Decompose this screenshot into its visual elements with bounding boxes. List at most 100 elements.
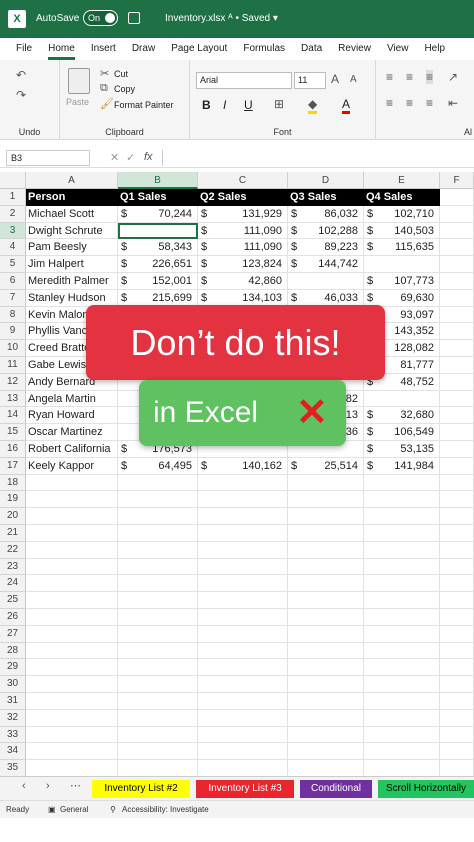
grid-cell[interactable]	[364, 726, 440, 744]
undo-icon[interactable]: ↶	[16, 68, 26, 82]
name-box[interactable]: B3	[6, 150, 90, 166]
grid-cell[interactable]	[440, 558, 474, 576]
select-all-corner[interactable]	[0, 172, 26, 189]
grid-cell[interactable]	[118, 474, 198, 492]
column-header-c[interactable]: C	[198, 172, 288, 189]
grid-cell[interactable]	[118, 592, 198, 609]
grid-cell[interactable]	[26, 709, 118, 727]
grid-cell[interactable]	[26, 676, 118, 693]
row-header[interactable]: 24	[0, 575, 26, 593]
align-center-icon[interactable]: ≡	[406, 96, 413, 110]
grid-cell[interactable]	[440, 205, 474, 223]
grid-cell[interactable]	[118, 693, 198, 710]
sales-cell[interactable]: $42,860	[198, 273, 288, 290]
grid-cell[interactable]	[198, 491, 288, 509]
grid-cell[interactable]	[364, 659, 440, 677]
grid-cell[interactable]	[198, 659, 288, 677]
grid-cell[interactable]	[440, 676, 474, 693]
grid-cell[interactable]	[440, 609, 474, 626]
grid-cell[interactable]	[118, 541, 198, 559]
formula-input[interactable]	[162, 150, 474, 166]
cut-icon[interactable]: ✂	[100, 67, 109, 80]
grid-cell[interactable]	[440, 239, 474, 257]
active-cell[interactable]	[118, 222, 198, 240]
grid-cell[interactable]	[440, 575, 474, 593]
grid-cell[interactable]	[118, 508, 198, 525]
cut-button[interactable]: Cut	[114, 69, 128, 79]
grid-cell[interactable]	[364, 256, 440, 273]
grid-cell[interactable]	[288, 659, 364, 677]
grid-cell[interactable]	[118, 642, 198, 660]
sales-cell[interactable]: $64,495	[118, 457, 198, 475]
menu-tab-insert[interactable]: Insert	[91, 38, 116, 60]
menu-tab-view[interactable]: View	[387, 38, 409, 60]
grid-cell[interactable]	[198, 575, 288, 593]
row-header[interactable]: 19	[0, 491, 26, 509]
grid-cell[interactable]	[364, 642, 440, 660]
menu-tab-file[interactable]: File	[16, 38, 32, 60]
menu-tab-help[interactable]: Help	[424, 38, 445, 60]
grid-cell[interactable]	[440, 189, 474, 206]
row-header[interactable]: 31	[0, 693, 26, 710]
sales-cell[interactable]: $111,090	[198, 222, 288, 240]
row-header[interactable]: 28	[0, 642, 26, 660]
sheet-tab[interactable]: Inventory List #2	[92, 780, 190, 798]
grid-cell[interactable]	[198, 474, 288, 492]
grid-cell[interactable]	[26, 693, 118, 710]
sales-cell[interactable]: $140,162	[198, 457, 288, 475]
sales-cell[interactable]: $152,001	[118, 273, 198, 290]
grid-cell[interactable]	[26, 575, 118, 593]
grid-cell[interactable]	[26, 625, 118, 643]
person-cell[interactable]: Ryan Howard	[26, 407, 118, 425]
grid-cell[interactable]	[364, 760, 440, 776]
grid-cell[interactable]	[288, 676, 364, 693]
grid-cell[interactable]	[440, 491, 474, 509]
format-painter-icon[interactable]: 🖌	[100, 97, 114, 110]
grid-cell[interactable]	[440, 525, 474, 542]
grid-cell[interactable]	[288, 726, 364, 744]
row-header[interactable]: 18	[0, 474, 26, 492]
sales-cell[interactable]: $102,710	[364, 205, 440, 223]
grid-cell[interactable]	[288, 625, 364, 643]
person-cell[interactable]: Keely Kappor	[26, 457, 118, 475]
grid-cell[interactable]	[440, 373, 474, 391]
font-color-icon[interactable]: A	[342, 97, 351, 114]
italic-button[interactable]: I	[223, 98, 226, 112]
grid-cell[interactable]	[440, 659, 474, 677]
menu-tab-formulas[interactable]: Formulas	[243, 38, 285, 60]
column-title-cell[interactable]: Person	[26, 189, 118, 206]
grid-cell[interactable]	[364, 609, 440, 626]
row-header[interactable]: 20	[0, 508, 26, 525]
grid-cell[interactable]	[440, 306, 474, 324]
redo-icon[interactable]: ↷	[16, 88, 26, 102]
status-accessibility[interactable]: Accessibility: Investigate	[122, 801, 209, 819]
sales-cell[interactable]: $70,244	[118, 205, 198, 223]
grid-cell[interactable]	[288, 592, 364, 609]
row-header[interactable]: 30	[0, 676, 26, 693]
row-header[interactable]: 35	[0, 760, 26, 776]
grid-cell[interactable]	[288, 558, 364, 576]
sales-cell[interactable]: $115,635	[364, 239, 440, 257]
row-header[interactable]: 23	[0, 558, 26, 576]
grid-cell[interactable]	[440, 256, 474, 273]
decrease-font-icon[interactable]: A	[350, 74, 357, 85]
grid-cell[interactable]	[364, 508, 440, 525]
row-header[interactable]: 7	[0, 289, 26, 307]
grid-cell[interactable]	[288, 609, 364, 626]
grid-cell[interactable]	[198, 743, 288, 761]
row-header[interactable]: 12	[0, 373, 26, 391]
grid-cell[interactable]	[198, 609, 288, 626]
sales-cell[interactable]: $86,032	[288, 205, 364, 223]
grid-cell[interactable]	[26, 743, 118, 761]
grid-cell[interactable]	[440, 592, 474, 609]
grid-cell[interactable]	[288, 642, 364, 660]
grid-cell[interactable]	[198, 625, 288, 643]
grid-cell[interactable]	[198, 760, 288, 776]
grid-cell[interactable]	[440, 407, 474, 425]
grid-cell[interactable]	[364, 390, 440, 408]
row-header[interactable]: 4	[0, 239, 26, 257]
grid-cell[interactable]	[118, 743, 198, 761]
align-bottom-icon[interactable]: ≡	[426, 70, 434, 84]
row-header[interactable]: 32	[0, 709, 26, 727]
grid-cell[interactable]	[364, 592, 440, 609]
